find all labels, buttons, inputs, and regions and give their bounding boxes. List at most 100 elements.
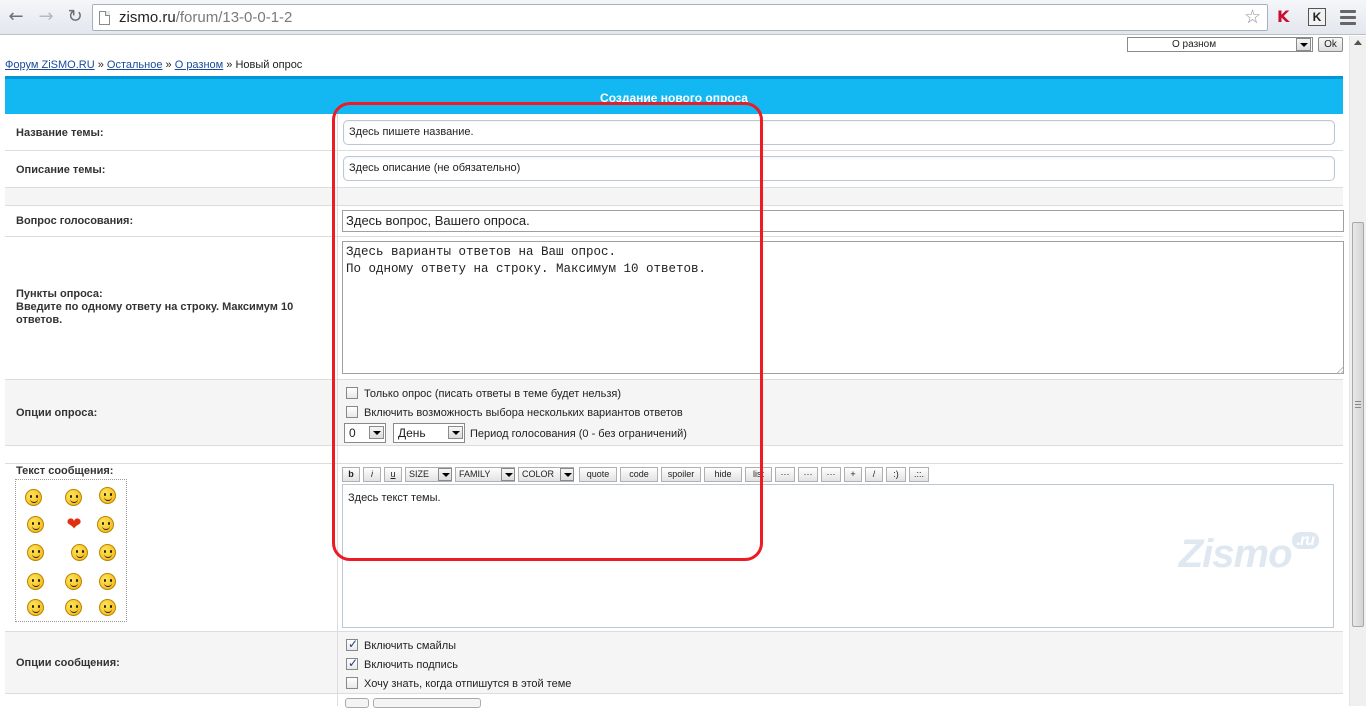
italic-button[interactable]: i [363, 467, 381, 482]
smiley-icon[interactable] [98, 572, 118, 592]
multi-choice-checkbox[interactable] [346, 406, 358, 418]
topic-title-input[interactable]: Здесь пишете название. [343, 120, 1335, 145]
smiley-icon[interactable] [64, 572, 84, 592]
message-text: Здесь текст темы. [348, 492, 441, 504]
form-header: Создание нового опроса [5, 76, 1343, 114]
scroll-up-icon[interactable] [1354, 40, 1362, 45]
smiley-icon[interactable] [70, 543, 90, 563]
smiley-icon[interactable] [26, 515, 46, 535]
plus-button[interactable]: + [844, 467, 862, 482]
chevron-down-icon[interactable] [369, 426, 384, 439]
size-label: SIZE [409, 469, 430, 479]
smiles-checkbox[interactable] [346, 637, 358, 651]
address-bar[interactable]: zismo.ru/forum/13-0-0-1-2 ☆ [92, 4, 1268, 31]
smiley-icon[interactable] [26, 572, 46, 592]
smile-button[interactable]: :) [886, 467, 906, 482]
poll-items-label: Пункты опроса: [16, 288, 103, 300]
poll-options-label: Опции опроса: [16, 407, 98, 419]
smiley-icon[interactable] [96, 515, 116, 535]
smiley-icon[interactable] [98, 598, 118, 618]
size-select[interactable]: SIZE [405, 467, 452, 482]
bold-button[interactable]: b [342, 467, 360, 482]
spoiler-button[interactable]: spoiler [661, 467, 701, 482]
row-topic-title: Название темы: Здесь пишете название. [5, 114, 1343, 151]
slash-button[interactable]: / [865, 467, 883, 482]
chevron-down-icon[interactable] [438, 468, 452, 481]
menu-wrench-icon[interactable] [1338, 7, 1358, 27]
forum-jump-select[interactable]: О разном [1127, 37, 1313, 52]
only-poll-checkbox[interactable] [346, 387, 358, 399]
row-poll-options: Опции опроса: Только опрос (писать ответ… [5, 380, 1343, 446]
scroll-thumb[interactable] [1352, 222, 1364, 627]
message-editor[interactable]: Здесь текст темы. Zismo .ru [342, 484, 1334, 628]
notify-checkbox[interactable] [346, 677, 358, 689]
underline-button[interactable]: u [384, 467, 402, 482]
chevron-down-icon[interactable] [448, 426, 463, 439]
poll-question-label: Вопрос голосования: [16, 215, 134, 227]
period-unit-select[interactable]: День [393, 423, 465, 443]
tool-button[interactable]: ··· [821, 467, 841, 482]
breadcrumb-sep: » [226, 59, 233, 71]
poll-question-input[interactable]: Здесь вопрос, Вашего опроса. [342, 210, 1344, 232]
poll-items-textarea[interactable]: Здесь варианты ответов на Ваш опрос. По … [342, 241, 1344, 374]
row-spacer [5, 188, 1343, 206]
breadcrumb-sep: » [97, 59, 104, 71]
breadcrumb-current: Новый опрос [235, 59, 303, 71]
chevron-down-icon[interactable] [501, 468, 515, 481]
zismo-watermark: Zismo .ru [1179, 532, 1319, 577]
reload-icon[interactable]: ↻ [63, 6, 87, 30]
smiley-panel: ❤ [15, 479, 127, 622]
heart-icon[interactable]: ❤ [64, 515, 84, 535]
watermark-text: Zismo [1178, 532, 1293, 576]
color-select[interactable]: COLOR [518, 467, 574, 482]
extension-k-icon[interactable]: K [1308, 8, 1326, 26]
tool-button[interactable]: ··· [798, 467, 818, 482]
more-button[interactable]: .::. [909, 467, 929, 482]
period-value-select[interactable]: 0 [344, 423, 386, 443]
row-spacer-2 [5, 446, 1343, 464]
period-label: Период голосования (0 - без ограничений) [470, 428, 687, 440]
code-button[interactable]: code [620, 467, 658, 482]
submit-button[interactable] [345, 698, 369, 708]
topic-title-label: Название темы: [16, 127, 104, 139]
breadcrumb-misc[interactable]: О разном [175, 59, 224, 71]
row-poll-question: Вопрос голосования: Здесь вопрос, Вашего… [5, 206, 1344, 237]
breadcrumb-other[interactable]: Остальное [107, 59, 163, 71]
chevron-down-icon[interactable] [1296, 38, 1311, 51]
hide-button[interactable]: hide [704, 467, 742, 482]
forward-icon[interactable]: → [34, 6, 58, 30]
smiley-icon[interactable] [64, 598, 84, 618]
page-scrollbar[interactable] [1349, 36, 1366, 706]
smiley-icon[interactable] [24, 488, 44, 508]
quote-button[interactable]: quote [579, 467, 617, 482]
signature-checkbox[interactable] [346, 656, 358, 670]
page-icon [99, 11, 110, 25]
topic-desc-label: Описание темы: [16, 164, 106, 176]
family-select[interactable]: FAMILY [455, 467, 515, 482]
list-button[interactable]: list [745, 467, 772, 482]
poll-items-hint: Введите по одному ответу на строку. Макс… [16, 301, 294, 326]
breadcrumb-sep: » [165, 59, 172, 71]
smiley-icon[interactable] [64, 488, 84, 508]
smiley-icon[interactable] [98, 543, 118, 563]
watermark-sup: .ru [1291, 532, 1319, 549]
forum-jump-value: О разном [1172, 39, 1217, 50]
resize-handle-icon[interactable] [1336, 366, 1344, 374]
help-smiley-icon[interactable] [26, 543, 46, 563]
topic-desc-input[interactable]: Здесь описание (не обязательно) [343, 156, 1335, 181]
smiley-icon[interactable] [98, 486, 118, 506]
multi-choice-label: Включить возможность выбора нескольких в… [364, 407, 683, 419]
kaspersky-icon[interactable]: K [1277, 8, 1295, 26]
breadcrumb: Форум ZiSMO.RU » Остальное » О разном » … [5, 59, 302, 71]
new-poll-form: Создание нового опроса Название темы: Зд… [5, 76, 1344, 708]
bookmark-star-icon[interactable]: ☆ [1244, 6, 1261, 28]
chevron-down-icon[interactable] [560, 468, 574, 481]
message-label: Текст сообщения: [16, 465, 114, 477]
breadcrumb-forum[interactable]: Форум ZiSMO.RU [5, 59, 95, 71]
smiley-icon[interactable] [26, 598, 46, 618]
back-icon[interactable]: ← [4, 6, 28, 30]
tool-button[interactable]: ··· [775, 467, 795, 482]
jump-ok-button[interactable]: Ok [1318, 37, 1343, 52]
preview-button[interactable] [373, 698, 481, 708]
notify-label: Хочу знать, когда отпишутся в этой теме [364, 678, 572, 690]
